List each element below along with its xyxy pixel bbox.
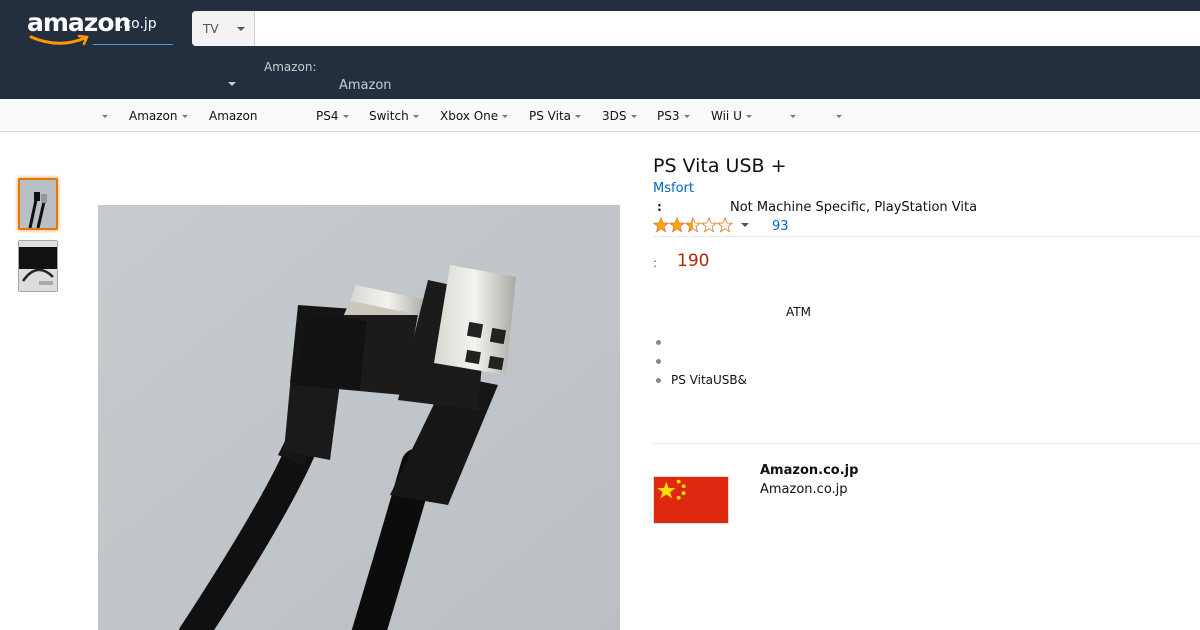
subnav-item-0[interactable] (98, 109, 108, 123)
feature-bullet: PS VitaUSB& (653, 371, 747, 390)
chevron-down-icon (237, 27, 245, 31)
subnav-item-ps3[interactable]: PS3 (657, 109, 690, 123)
subnav-item-amazon[interactable]: Amazon (129, 109, 188, 123)
search-bar: TV (192, 11, 1200, 46)
search-input[interactable] (256, 11, 1200, 46)
product-thumbnail-2[interactable] (18, 240, 58, 292)
chevron-down-icon (575, 115, 582, 118)
logo-tld: .co.jp (119, 16, 157, 32)
product-main-image[interactable] (98, 205, 620, 630)
top-header: amazon .co.jp TV Amazon: Amazon (0, 0, 1200, 99)
location-dropdown-icon[interactable] (228, 82, 236, 86)
divider (653, 443, 1200, 444)
subnav-item-3ds[interactable]: 3DS (602, 109, 637, 123)
payment-note: ATM (786, 305, 811, 319)
chevron-down-icon (181, 115, 188, 118)
subnav-item-11[interactable] (832, 109, 842, 123)
chevron-down-icon (502, 115, 509, 118)
product-thumbnail-1[interactable] (18, 178, 58, 230)
chevron-down-icon (836, 115, 842, 118)
chevron-down-icon (790, 115, 796, 118)
logo-underline (93, 44, 173, 45)
deliver-to-value[interactable]: Amazon (339, 78, 392, 93)
chevron-down-icon (683, 115, 690, 118)
chevron-down-icon (630, 115, 637, 118)
search-category-label: TV (203, 22, 219, 36)
feature-bullet (653, 352, 747, 371)
star-rating[interactable] (653, 217, 733, 233)
star-rating-icon (653, 217, 733, 233)
chevron-down-icon (412, 115, 419, 118)
subnav-item-switch[interactable]: Switch (369, 109, 419, 123)
search-category-select[interactable]: TV (192, 11, 255, 46)
chevron-down-icon (745, 115, 752, 118)
brand-link[interactable]: Msfort (653, 181, 694, 196)
chevron-down-icon (342, 115, 349, 118)
category-subnav: Amazon Amazon PS4 Switch Xbox One PS Vit… (0, 99, 1200, 132)
subnav-item-xbox-one[interactable]: Xbox One (440, 109, 509, 123)
subnav-item-10[interactable] (786, 109, 796, 123)
chevron-down-icon (102, 115, 108, 118)
usb-cable-image (98, 205, 620, 630)
subnav-item-ps4[interactable]: PS4 (316, 109, 349, 123)
subnav-item-ps-vita[interactable]: PS Vita (529, 109, 582, 123)
chevron-down-icon[interactable] (741, 223, 749, 227)
feature-bullet (653, 333, 747, 352)
product-title: PS Vita USB + (653, 155, 787, 177)
china-flag-icon (653, 476, 729, 524)
platform-label: : (657, 200, 662, 214)
smile-arrow-icon (29, 35, 89, 46)
cable-thumbnail-image (20, 180, 56, 228)
price-value: 190 (677, 251, 710, 271)
seller-subtext: Amazon.co.jp (760, 482, 848, 497)
logo-text: amazon (27, 8, 131, 37)
feature-bullets: PS VitaUSB& (653, 333, 747, 390)
divider (653, 236, 1200, 237)
rating-count-link[interactable]: 93 (772, 219, 789, 234)
price-label: : (653, 256, 658, 270)
cable-device-thumbnail-image (19, 241, 57, 291)
amazon-logo[interactable]: amazon .co.jp (27, 8, 173, 48)
subnav-item-amazon-2[interactable]: Amazon (209, 109, 258, 123)
platform-value: Not Machine Specific, PlayStation Vita (730, 200, 978, 215)
deliver-to-label[interactable]: Amazon: (264, 60, 317, 74)
subnav-item-wii-u[interactable]: Wii U (711, 109, 752, 123)
seller-name[interactable]: Amazon.co.jp (760, 463, 858, 478)
